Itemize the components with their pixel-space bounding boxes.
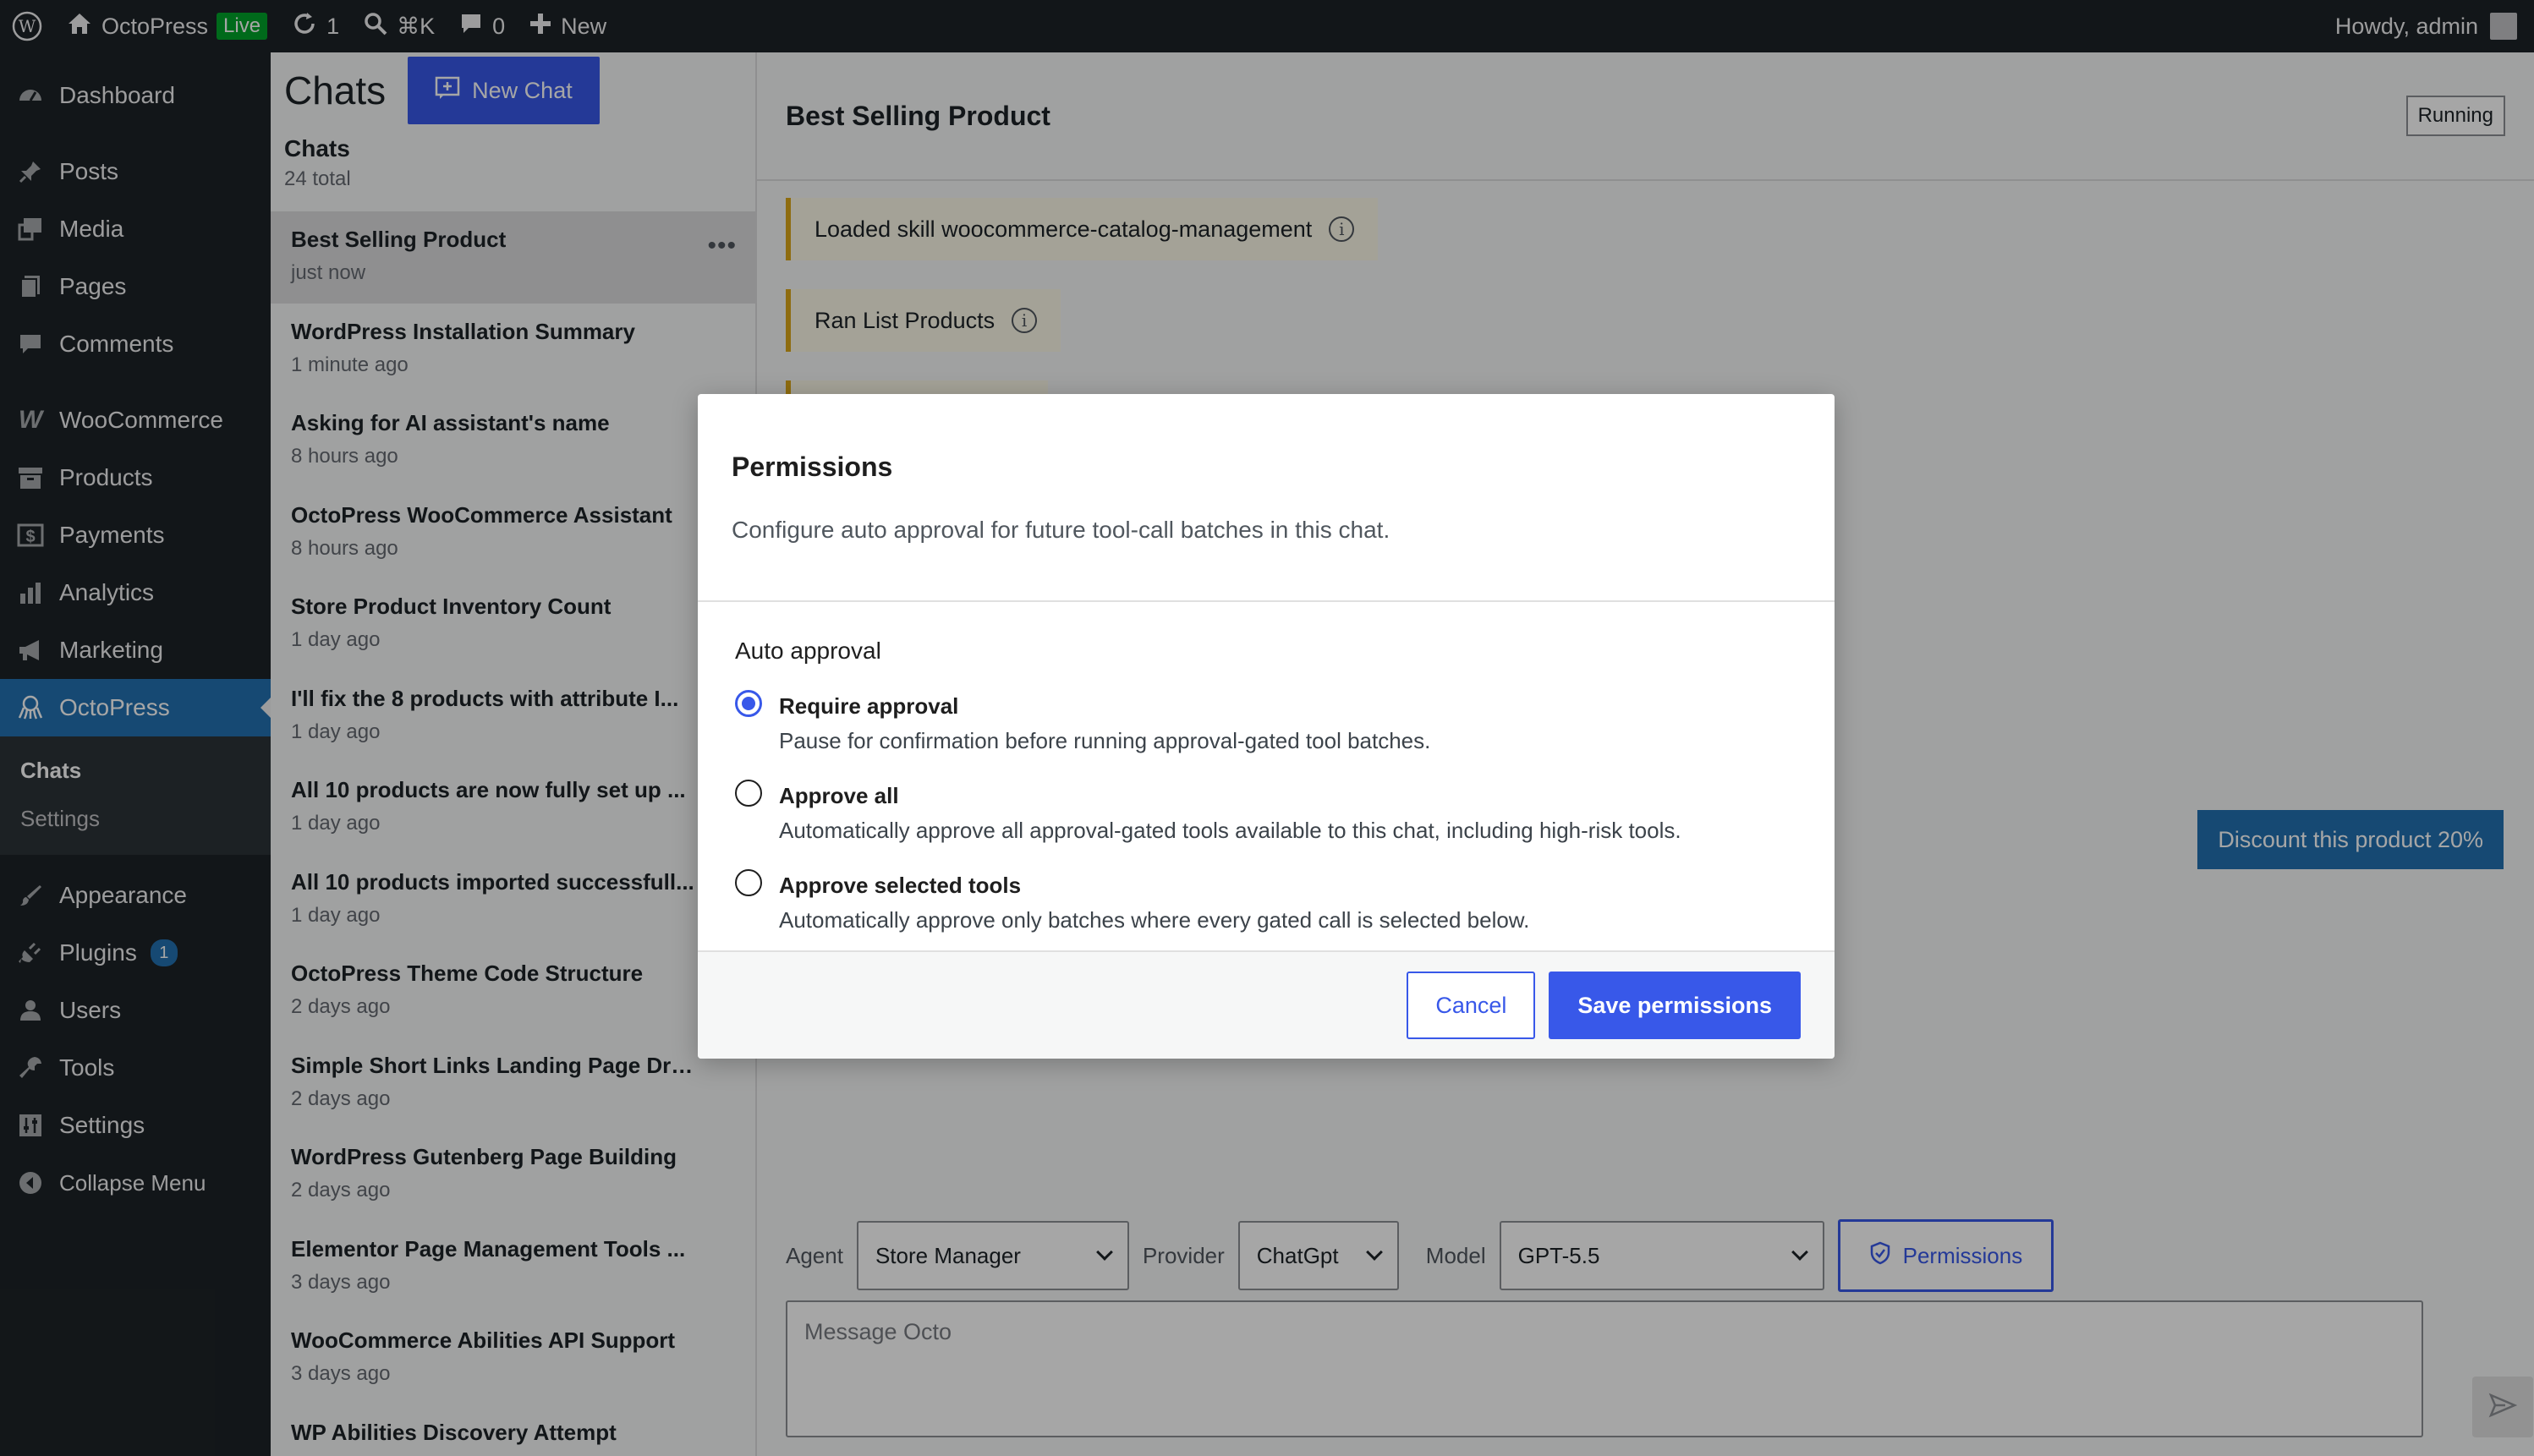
radio-label: Approve selected tools — [779, 873, 1022, 898]
radio-option-approve-all[interactable]: Approve all Automatically approve all ap… — [735, 780, 1797, 844]
radio-description: Automatically approve all approval-gated… — [779, 818, 1681, 843]
radio-button[interactable] — [735, 780, 762, 807]
radio-option-require-approval[interactable]: Require approval Pause for confirmation … — [735, 690, 1797, 754]
modal-footer: Cancel Save permissions — [698, 950, 1835, 1059]
modal-description: Configure auto approval for future tool-… — [732, 517, 1390, 543]
radio-label: Require approval — [779, 693, 959, 719]
radio-option-approve-selected[interactable]: Approve selected tools Automatically app… — [735, 869, 1797, 933]
cancel-button[interactable]: Cancel — [1407, 972, 1536, 1039]
radio-button[interactable] — [735, 690, 762, 717]
save-permissions-button[interactable]: Save permissions — [1549, 972, 1801, 1039]
auto-approval-label: Auto approval — [735, 638, 881, 664]
radio-description: Pause for confirmation before running ap… — [779, 728, 1431, 753]
radio-description: Automatically approve only batches where… — [779, 907, 1530, 933]
radio-button[interactable] — [735, 869, 762, 896]
modal-title: Permissions — [732, 452, 893, 482]
radio-label: Approve all — [779, 783, 899, 808]
permissions-modal: Permissions Configure auto approval for … — [698, 394, 1835, 1059]
